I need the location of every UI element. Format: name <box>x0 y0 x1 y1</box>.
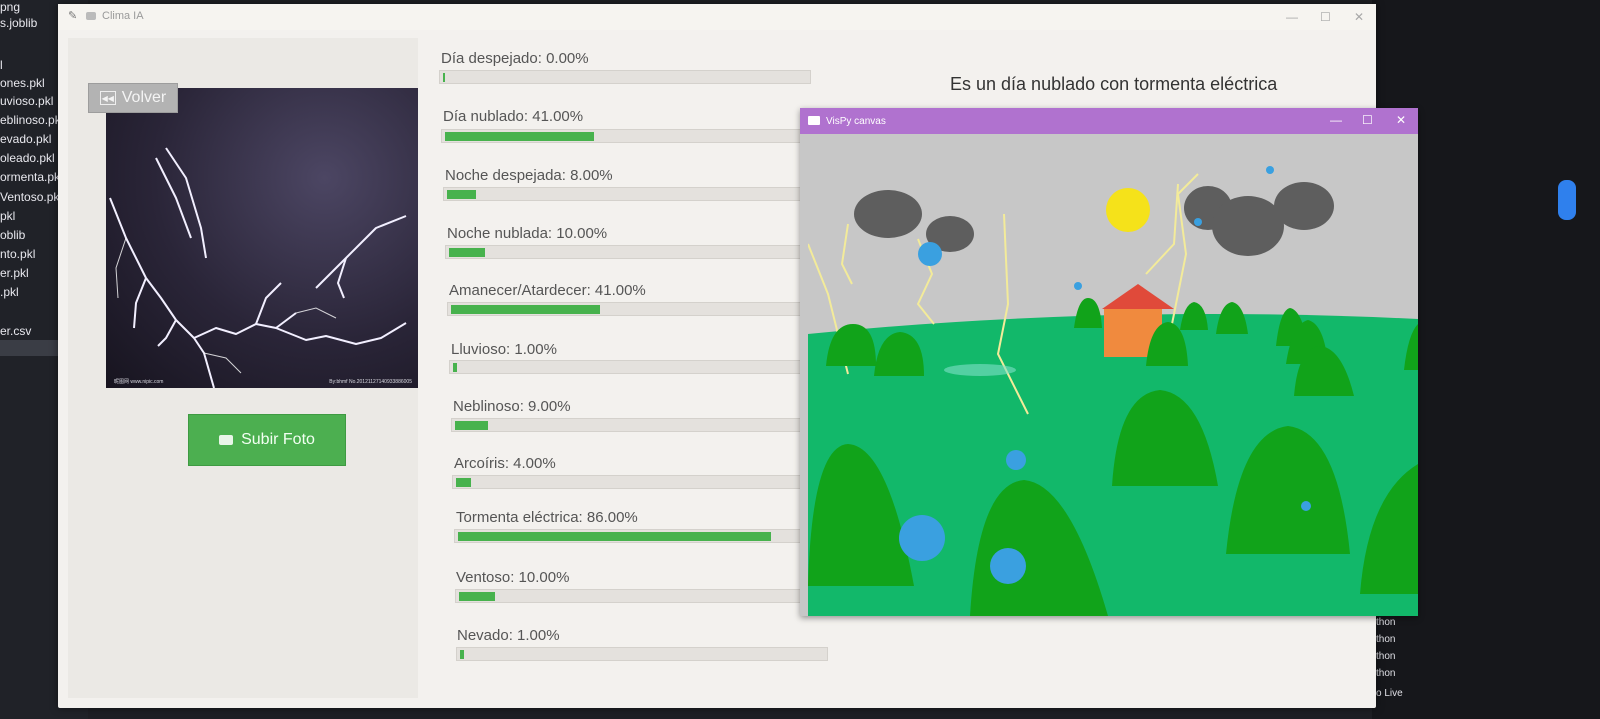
prob-bar-noche-nublada <box>445 245 817 259</box>
photo-watermark-id: By:bhmf No.20121127140933886005 <box>329 379 412 385</box>
terminal-line: thon <box>1376 668 1396 679</box>
uploaded-storm-photo: 昵图网 www.nipic.com By:bhmf No.20121127140… <box>106 88 418 388</box>
prob-bar-dia-despejado <box>439 70 811 84</box>
prob-fill <box>459 592 495 601</box>
upload-button-label: Subir Foto <box>241 431 315 448</box>
prob-label-arcoiris: Arcoíris: 4.00% <box>454 455 556 472</box>
prob-fill <box>445 132 594 141</box>
prob-label-dia-despejado: Día despejado: 0.00% <box>441 50 589 67</box>
weather-scene-canvas[interactable] <box>808 134 1418 616</box>
prob-label-nevado: Nevado: 1.00% <box>457 627 560 644</box>
file-item[interactable]: eblinoso.pk <box>0 113 61 127</box>
back-button[interactable]: ◀◀ Volver <box>88 83 178 113</box>
rewind-icon: ◀◀ <box>99 91 116 105</box>
terminal-line: thon <box>1376 617 1396 628</box>
prob-bar-neblinoso <box>451 418 823 432</box>
image-panel: 昵图网 www.nipic.com By:bhmf No.20121127140… <box>68 38 418 698</box>
vispy-title: VisPy canvas <box>826 116 886 127</box>
file-item[interactable]: er.csv <box>0 324 31 338</box>
photo-watermark: 昵图网 www.nipic.com <box>114 379 164 385</box>
sun-icon <box>1106 188 1150 232</box>
terminal-line: thon <box>1376 651 1396 662</box>
back-button-label: Volver <box>121 89 167 106</box>
prob-fill <box>458 532 771 541</box>
prob-label-amanecer-atardecer: Amanecer/Atardecer: 41.00% <box>449 282 646 299</box>
vispy-minimize-button[interactable]: — <box>1330 113 1342 127</box>
prob-label-dia-nublado: Día nublado: 41.00% <box>443 108 584 125</box>
file-item[interactable]: ones.pkl <box>0 76 45 90</box>
prob-fill <box>447 190 476 199</box>
prob-bar-nevado <box>456 647 828 661</box>
app-icon <box>86 12 96 20</box>
prob-bar-amanecer-atardecer <box>447 302 819 316</box>
file-item[interactable]: Ventoso.pkl <box>0 190 62 204</box>
prob-label-neblinoso: Neblinoso: 9.00% <box>453 398 571 415</box>
file-item[interactable]: er.pkl <box>0 266 29 280</box>
prob-fill <box>453 363 457 372</box>
maximize-button[interactable]: ☐ <box>1320 10 1331 24</box>
file-item[interactable]: oblib <box>0 228 25 242</box>
prob-bar-dia-nublado <box>441 129 813 143</box>
file-item[interactable]: uvioso.pkl <box>0 94 53 108</box>
vispy-maximize-button[interactable]: ☐ <box>1362 113 1373 127</box>
go-live-status[interactable]: o Live <box>1376 688 1403 699</box>
prob-fill <box>456 478 471 487</box>
prob-bar-noche-despejada <box>443 187 815 201</box>
prob-bar-ventoso <box>455 589 827 603</box>
terminal-line: thon <box>1376 634 1396 645</box>
pen-icon: ✎ <box>68 10 78 22</box>
file-item[interactable]: pkl <box>0 209 15 223</box>
prob-fill <box>449 248 485 257</box>
prob-label-noche-despejada: Noche despejada: 8.00% <box>445 167 613 184</box>
window-title: Clima IA <box>102 10 144 22</box>
prob-fill <box>460 650 464 659</box>
vispy-close-button[interactable]: ✕ <box>1396 113 1406 127</box>
prob-fill <box>443 73 445 82</box>
file-item[interactable]: l <box>0 58 3 72</box>
file-item[interactable]: nto.pkl <box>0 247 35 261</box>
file-item[interactable]: .pkl <box>0 285 19 299</box>
close-button[interactable]: ✕ <box>1354 10 1364 24</box>
prob-label-lluvioso: Lluvioso: 1.00% <box>451 341 557 358</box>
camera-icon <box>219 435 234 445</box>
prob-bar-arcoiris <box>452 475 824 489</box>
window-titlebar: ✎ Clima IA — ☐ ✕ <box>58 4 1376 30</box>
file-item[interactable]: oleado.pkl <box>0 151 55 165</box>
prob-label-tormenta-electrica: Tormenta eléctrica: 86.00% <box>456 509 638 526</box>
puddle <box>944 364 1016 376</box>
prob-fill <box>455 421 488 430</box>
file-item[interactable]: s.joblib <box>0 16 37 30</box>
prob-bar-lluvioso <box>449 360 821 374</box>
side-button[interactable] <box>1558 180 1576 220</box>
minimize-button[interactable]: — <box>1286 10 1298 24</box>
prediction-result: Es un día nublado con tormenta eléctrica <box>950 74 1278 94</box>
file-item[interactable]: ormenta.pkl <box>0 170 63 184</box>
upload-photo-button[interactable]: Subir Foto <box>188 414 346 466</box>
prob-fill <box>451 305 600 314</box>
prob-label-ventoso: Ventoso: 10.00% <box>456 569 570 586</box>
file-item[interactable]: png <box>0 0 20 14</box>
lightning-image <box>109 147 407 388</box>
file-item[interactable]: evado.pkl <box>0 132 51 146</box>
vispy-app-icon <box>808 116 820 125</box>
vispy-canvas-window[interactable]: VisPy canvas — ☐ ✕ <box>800 108 1418 616</box>
prob-label-noche-nublada: Noche nublada: 10.00% <box>447 225 608 242</box>
vispy-titlebar: VisPy canvas — ☐ ✕ <box>800 108 1418 134</box>
prob-bar-tormenta-electrica <box>454 529 826 543</box>
